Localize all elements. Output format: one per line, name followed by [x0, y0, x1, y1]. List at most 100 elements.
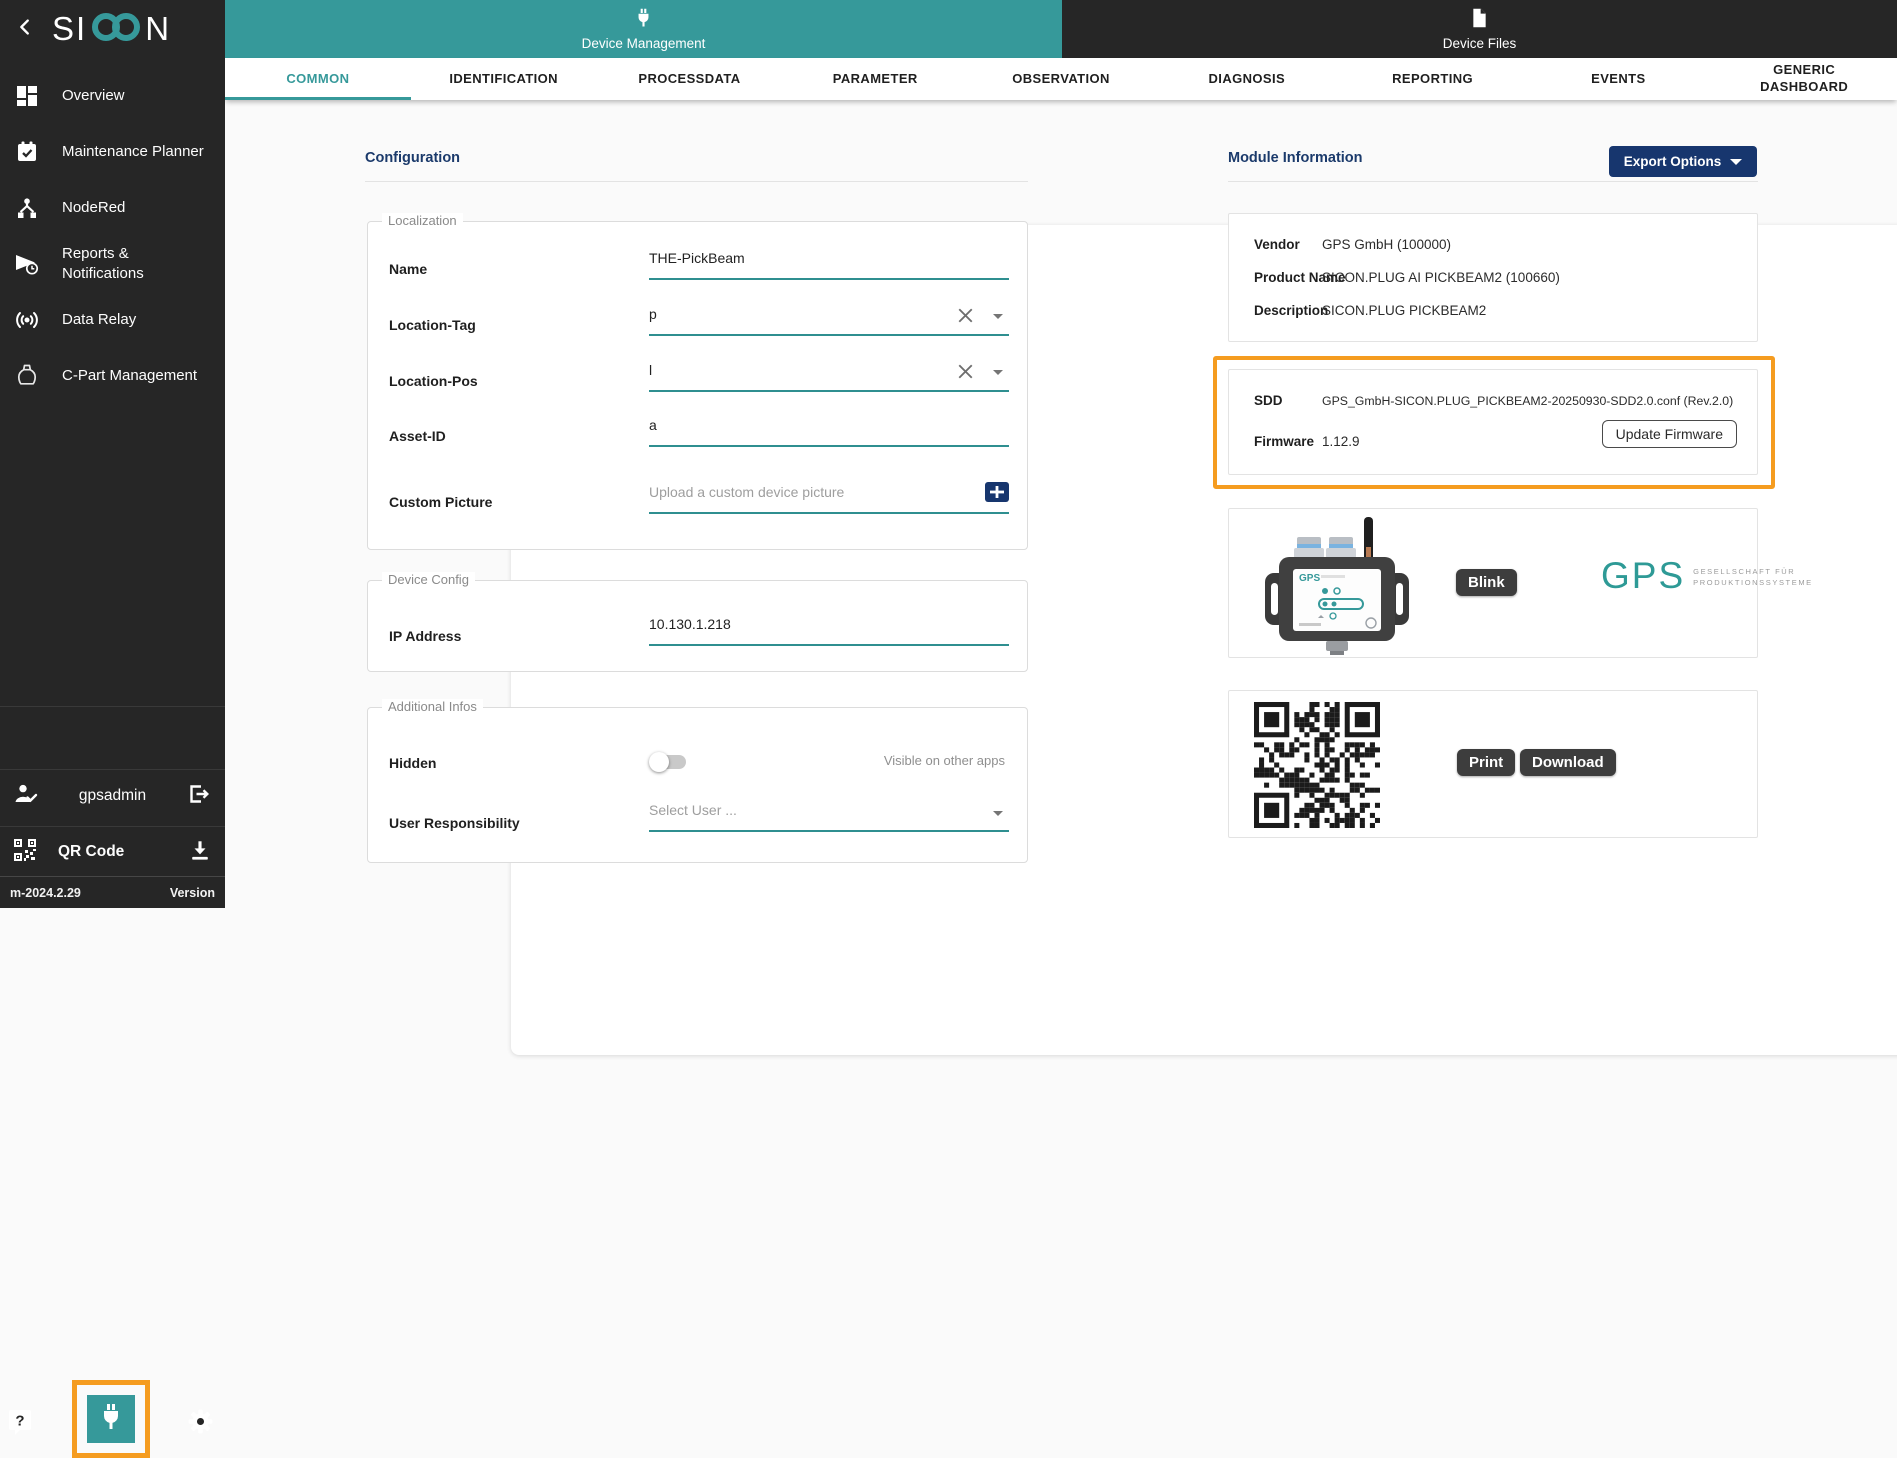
- ip-address-input[interactable]: [649, 614, 1009, 638]
- user-check-icon: [14, 783, 38, 810]
- version-value: m-2024.2.29: [10, 886, 81, 900]
- tab-events[interactable]: EVENTS: [1525, 58, 1711, 100]
- print-button[interactable]: Print: [1457, 749, 1515, 776]
- logo-text-left: SI: [52, 10, 87, 48]
- chevron-left-icon: [14, 16, 36, 43]
- sidebar: SI N Overview Maintenance Planner: [0, 0, 225, 908]
- location-pos-field: [649, 360, 1009, 392]
- help-button[interactable]: ?: [8, 1409, 32, 1441]
- user-responsibility-select[interactable]: Select User ...: [649, 800, 1009, 832]
- tab-reporting[interactable]: REPORTING: [1340, 58, 1526, 100]
- tab-diagnosis[interactable]: DIAGNOSIS: [1154, 58, 1340, 100]
- sidebar-item-label: NodeRed: [62, 198, 125, 218]
- wifi-tethering-icon: [14, 310, 40, 330]
- location-tag-input[interactable]: [649, 304, 949, 328]
- location-tag-field: [649, 304, 1009, 336]
- custom-picture-input[interactable]: [649, 482, 969, 506]
- gps-logo-text: GPS: [1601, 559, 1685, 592]
- tab-identification[interactable]: IDENTIFICATION: [411, 58, 597, 100]
- plug-icon: [99, 1403, 123, 1436]
- download-qr-button[interactable]: [189, 839, 211, 866]
- dropdown-caret-icon[interactable]: [993, 370, 1003, 375]
- top-header: Device Management Device Files: [225, 0, 1897, 58]
- gps-logo-sub-line2: PRODUKTIONSSYSTEME: [1693, 578, 1813, 589]
- logo-rings-icon: [88, 9, 144, 50]
- add-picture-button[interactable]: [985, 482, 1009, 507]
- toggle-knob: [649, 752, 669, 772]
- field-label-asset-id: Asset-ID: [389, 428, 446, 444]
- tab-observation[interactable]: OBSERVATION: [968, 58, 1154, 100]
- settings-button[interactable]: [188, 1409, 213, 1439]
- logo-text-right: N: [145, 10, 171, 48]
- tab-processdata[interactable]: PROCESSDATA: [597, 58, 783, 100]
- firmware-label: Firmware: [1254, 434, 1314, 449]
- sidebar-item-nodered[interactable]: NodeRed: [0, 180, 225, 236]
- flask-icon: [14, 364, 40, 388]
- field-label-ip-address: IP Address: [389, 628, 461, 644]
- field-label-user-responsibility: User Responsibility: [389, 815, 520, 831]
- top-tab-label: Device Management: [582, 36, 706, 51]
- sidebar-item-label: Reports & Notifications: [62, 244, 192, 285]
- clear-icon[interactable]: [958, 308, 973, 328]
- clear-icon[interactable]: [958, 364, 973, 384]
- download-button[interactable]: Download: [1520, 749, 1616, 776]
- divider: [1228, 181, 1758, 182]
- sidebar-item-data-relay[interactable]: Data Relay: [0, 292, 225, 348]
- ip-address-field: [649, 614, 1009, 646]
- divider: [0, 826, 225, 827]
- sdd-firmware-card: SDD GPS_GmbH-SICON.PLUG_PICKBEAM2-202509…: [1228, 369, 1758, 475]
- collapse-sidebar-button[interactable]: [10, 14, 40, 44]
- top-tab-device-files[interactable]: Device Files: [1062, 0, 1897, 58]
- select-caret-icon: [993, 811, 1003, 816]
- sidebar-utility-row: ?: [0, 690, 225, 772]
- gear-icon: [188, 1421, 213, 1438]
- logout-button[interactable]: [187, 782, 211, 811]
- custom-picture-field: [649, 482, 1009, 514]
- dashboard-icon: [14, 85, 40, 107]
- name-field: [649, 248, 1009, 280]
- export-options-button[interactable]: Export Options: [1609, 146, 1757, 177]
- tab-generic-dashboard[interactable]: GENERIC DASHBOARD: [1711, 58, 1897, 100]
- hidden-toggle[interactable]: [649, 752, 689, 772]
- select-placeholder: Select User ...: [649, 800, 1009, 818]
- caret-down-icon: [1730, 159, 1742, 165]
- dropdown-caret-icon[interactable]: [993, 314, 1003, 319]
- blink-button[interactable]: Blink: [1456, 569, 1517, 596]
- asset-id-input[interactable]: [649, 415, 1009, 439]
- qr-code-label: QR Code: [58, 843, 189, 861]
- sidebar-item-label: C-Part Management: [62, 366, 197, 386]
- tab-common[interactable]: COMMON: [225, 58, 411, 100]
- hidden-hint: Visible on other apps: [884, 753, 1005, 768]
- name-input[interactable]: [649, 248, 1009, 272]
- sidebar-item-reports-notifications[interactable]: Reports & Notifications: [0, 236, 225, 292]
- add-picture-icon: [985, 489, 1009, 506]
- device-image: GPS: [1263, 515, 1411, 660]
- fieldset-localization: Localization Name Location-Tag Location-…: [367, 221, 1028, 550]
- sidebar-item-label: Data Relay: [62, 310, 136, 330]
- section-title-configuration: Configuration: [365, 150, 460, 166]
- schedule-send-icon: [14, 253, 40, 275]
- divider: [365, 181, 1028, 182]
- qr-card: Print Download: [1228, 690, 1758, 838]
- help-icon: ?: [8, 1423, 32, 1440]
- vendor-label: Vendor: [1254, 237, 1300, 252]
- top-tab-device-management[interactable]: Device Management: [225, 0, 1062, 58]
- highlight-frame: [72, 1380, 150, 1458]
- qr-code-row[interactable]: QR Code: [0, 828, 225, 876]
- file-icon: [1471, 8, 1488, 33]
- logout-icon: [187, 793, 211, 810]
- tab-parameter[interactable]: PARAMETER: [782, 58, 968, 100]
- sidebar-item-cpart-management[interactable]: C-Part Management: [0, 348, 225, 404]
- sidebar-item-maintenance-planner[interactable]: Maintenance Planner: [0, 124, 225, 180]
- qr-code: [1254, 702, 1380, 828]
- calendar-check-icon: [14, 141, 40, 163]
- location-pos-input[interactable]: [649, 360, 949, 384]
- device-management-shortcut-button[interactable]: [87, 1395, 135, 1443]
- download-icon: [189, 848, 211, 865]
- product-name-value: SICON.PLUG AI PICKBEAM2 (100660): [1322, 270, 1560, 285]
- field-label-location-tag: Location-Tag: [389, 317, 476, 333]
- fieldset-legend: Device Config: [382, 572, 475, 587]
- update-firmware-button[interactable]: Update Firmware: [1602, 420, 1737, 448]
- module-info-card: Vendor GPS GmbH (100000) Product Name SI…: [1228, 213, 1758, 342]
- sidebar-item-overview[interactable]: Overview: [0, 68, 225, 124]
